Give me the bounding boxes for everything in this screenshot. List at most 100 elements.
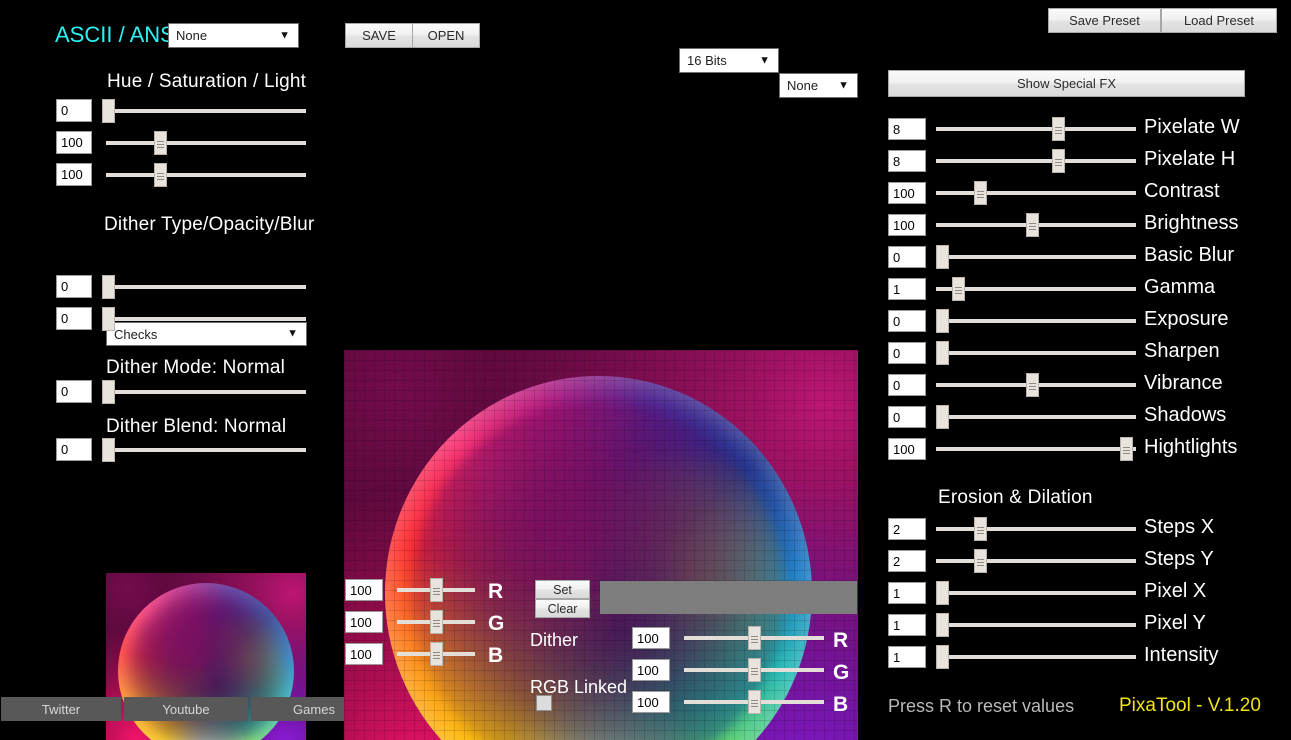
slider-thumb[interactable]	[1026, 373, 1039, 397]
rgb-r-input[interactable]: 100	[345, 579, 383, 601]
fx-shadows-slider[interactable]	[936, 405, 1136, 429]
slider-thumb[interactable]	[974, 181, 987, 205]
slider-thumb[interactable]	[154, 163, 167, 187]
light-value-input[interactable]: 100	[56, 163, 92, 186]
palette-dropdown[interactable]: None ▼	[779, 73, 858, 98]
erosion-steps-x-input[interactable]: 2	[888, 518, 926, 540]
save-button[interactable]: SAVE	[345, 23, 413, 48]
fx-contrast-slider[interactable]	[936, 181, 1136, 205]
slider-thumb[interactable]	[102, 99, 115, 123]
slider-thumb[interactable]	[952, 277, 965, 301]
slider-thumb[interactable]	[102, 438, 115, 462]
fx-gamma-slider[interactable]	[936, 277, 1136, 301]
erosion-intensity-input[interactable]: 1	[888, 646, 926, 668]
dither-rgb-b-slider[interactable]	[684, 690, 824, 714]
slider-thumb[interactable]	[1026, 213, 1039, 237]
dither-rgb-r-input[interactable]: 100	[632, 627, 670, 649]
erosion-steps-y-slider[interactable]	[936, 549, 1136, 573]
slider-thumb[interactable]	[936, 341, 949, 365]
dither-mode-input[interactable]: 0	[56, 380, 92, 403]
dither-opacity-slider[interactable]	[102, 275, 306, 299]
slider-thumb[interactable]	[1120, 437, 1133, 461]
slider-thumb[interactable]	[974, 549, 987, 573]
hue-slider[interactable]	[102, 99, 306, 123]
dither-mode-slider[interactable]	[102, 380, 306, 404]
fx-pixelate-h-slider[interactable]	[936, 149, 1136, 173]
twitter-link[interactable]: Twitter	[1, 697, 121, 721]
saturation-value-input[interactable]: 100	[56, 131, 92, 154]
fx-hightlights-slider[interactable]	[936, 437, 1136, 461]
dither-opacity-input[interactable]: 0	[56, 275, 92, 298]
load-preset-button[interactable]: Load Preset	[1161, 8, 1277, 33]
color-swatch-bar[interactable]	[600, 581, 857, 614]
slider-thumb[interactable]	[936, 581, 949, 605]
erosion-pixel-y-input[interactable]: 1	[888, 614, 926, 636]
fx-gamma-input[interactable]: 1	[888, 278, 926, 300]
slider-thumb[interactable]	[936, 645, 949, 669]
slider-thumb[interactable]	[154, 131, 167, 155]
erosion-pixel-x-input[interactable]: 1	[888, 582, 926, 604]
dither-blur-slider[interactable]	[102, 307, 306, 331]
slider-thumb[interactable]	[748, 690, 761, 714]
slider-thumb[interactable]	[936, 309, 949, 333]
rgb-g-input[interactable]: 100	[345, 611, 383, 633]
rgb-g-slider[interactable]	[397, 610, 475, 634]
slider-thumb[interactable]	[430, 642, 443, 666]
fx-basic-blur-slider[interactable]	[936, 245, 1136, 269]
clear-button[interactable]: Clear	[535, 599, 590, 618]
rgb-b-input[interactable]: 100	[345, 643, 383, 665]
save-preset-button[interactable]: Save Preset	[1048, 8, 1161, 33]
fx-contrast-input[interactable]: 100	[888, 182, 926, 204]
rgb-b-slider[interactable]	[397, 642, 475, 666]
set-button[interactable]: Set	[535, 580, 590, 599]
fx-pixelate-w-slider[interactable]	[936, 117, 1136, 141]
rgb-linked-checkbox[interactable]	[536, 695, 552, 711]
slider-thumb[interactable]	[936, 245, 949, 269]
erosion-pixel-y-slider[interactable]	[936, 613, 1136, 637]
fx-shadows-input[interactable]: 0	[888, 406, 926, 428]
erosion-steps-x-slider[interactable]	[936, 517, 1136, 541]
dither-blur-input[interactable]: 0	[56, 307, 92, 330]
saturation-slider[interactable]	[106, 131, 306, 155]
fx-basic-blur-input[interactable]: 0	[888, 246, 926, 268]
slider-thumb[interactable]	[102, 380, 115, 404]
fx-vibrance-input[interactable]: 0	[888, 374, 926, 396]
slider-thumb[interactable]	[1052, 117, 1065, 141]
fx-sharpen-slider[interactable]	[936, 341, 1136, 365]
dither-rgb-r-slider[interactable]	[684, 626, 824, 650]
slider-thumb[interactable]	[748, 626, 761, 650]
fx-sharpen-input[interactable]: 0	[888, 342, 926, 364]
erosion-intensity-slider[interactable]	[936, 645, 1136, 669]
fx-pixelate-h-input[interactable]: 8	[888, 150, 926, 172]
hue-value-input[interactable]: 0	[56, 99, 92, 122]
fx-exposure-slider[interactable]	[936, 309, 1136, 333]
light-slider[interactable]	[106, 163, 306, 187]
dither-blend-slider[interactable]	[102, 438, 306, 462]
dither-rgb-g-slider[interactable]	[684, 658, 824, 682]
slider-thumb[interactable]	[748, 658, 761, 682]
rgb-r-slider[interactable]	[397, 578, 475, 602]
youtube-link[interactable]: Youtube	[124, 697, 248, 721]
bit-depth-dropdown[interactable]: 16 Bits ▼	[679, 48, 779, 73]
fx-pixelate-w-input[interactable]: 8	[888, 118, 926, 140]
erosion-steps-y-input[interactable]: 2	[888, 550, 926, 572]
slider-thumb[interactable]	[102, 307, 115, 331]
fx-hightlights-input[interactable]: 100	[888, 438, 926, 460]
slider-thumb[interactable]	[430, 610, 443, 634]
fx-brightness-input[interactable]: 100	[888, 214, 926, 236]
slider-thumb[interactable]	[1052, 149, 1065, 173]
dither-rgb-g-input[interactable]: 100	[632, 659, 670, 681]
ascii-mode-dropdown[interactable]: None ▼	[168, 23, 299, 48]
fx-vibrance-slider[interactable]	[936, 373, 1136, 397]
open-button[interactable]: OPEN	[412, 23, 480, 48]
dither-rgb-b-input[interactable]: 100	[632, 691, 670, 713]
fx-brightness-slider[interactable]	[936, 213, 1136, 237]
show-special-fx-button[interactable]: Show Special FX	[888, 70, 1245, 97]
slider-thumb[interactable]	[936, 405, 949, 429]
slider-thumb[interactable]	[430, 578, 443, 602]
erosion-pixel-x-slider[interactable]	[936, 581, 1136, 605]
fx-exposure-input[interactable]: 0	[888, 310, 926, 332]
slider-thumb[interactable]	[974, 517, 987, 541]
slider-thumb[interactable]	[936, 613, 949, 637]
slider-thumb[interactable]	[102, 275, 115, 299]
